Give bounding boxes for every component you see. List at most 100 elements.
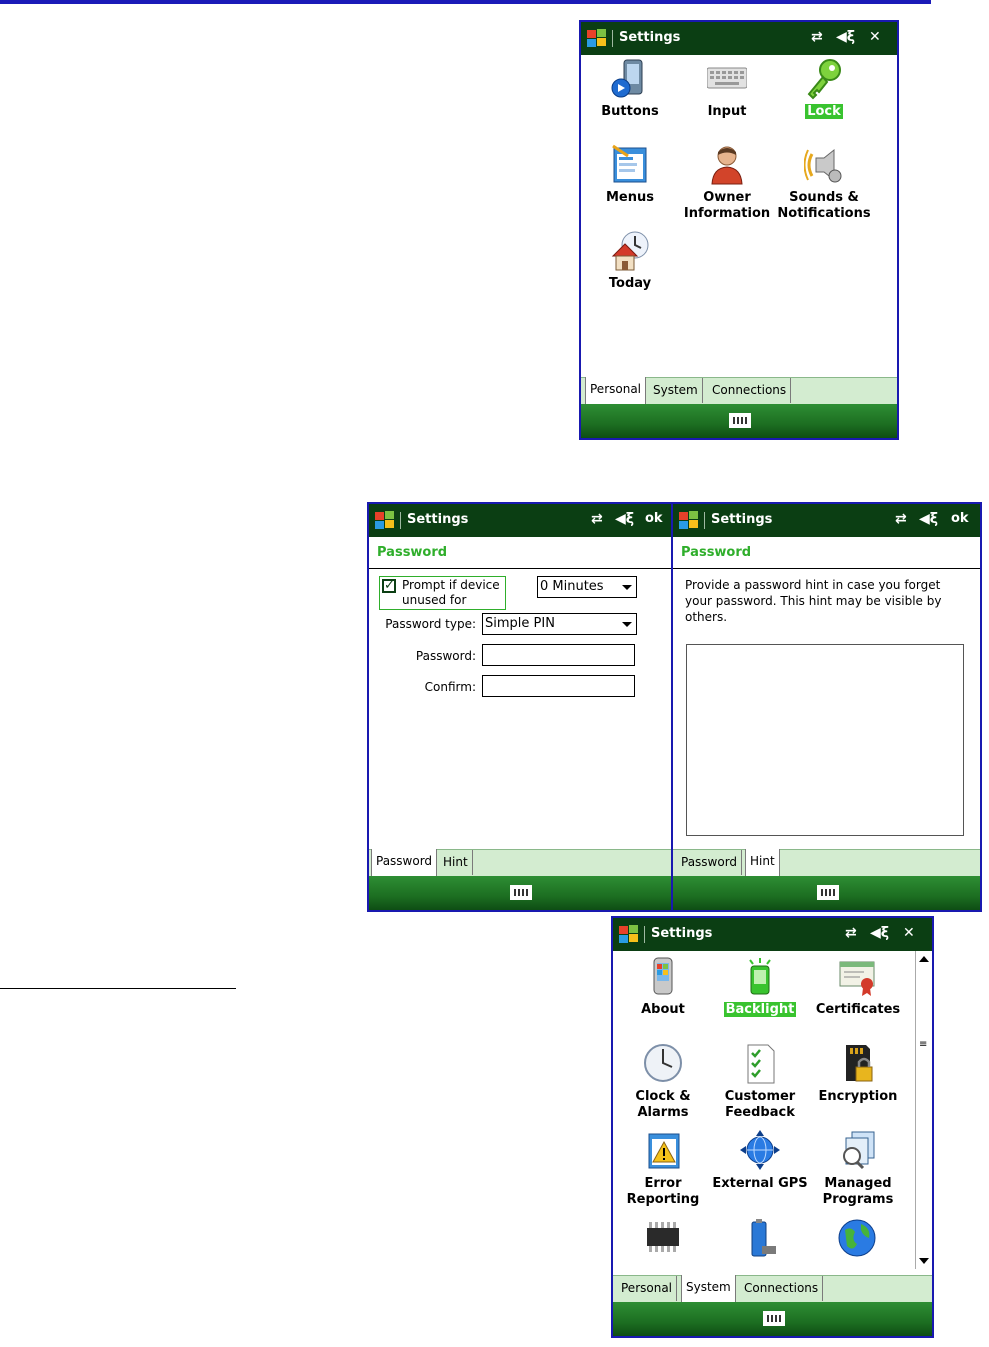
- tab-personal[interactable]: Personal: [585, 377, 647, 404]
- menus-icon: [610, 144, 650, 186]
- prompt-checkbox[interactable]: ✓: [382, 579, 396, 593]
- windows-start-icon[interactable]: [587, 29, 607, 48]
- windows-start-icon[interactable]: [679, 511, 699, 530]
- scroll-up-icon[interactable]: [919, 956, 929, 962]
- password-type-select[interactable]: Simple PIN: [482, 613, 637, 635]
- tab-personal[interactable]: Personal: [617, 1276, 678, 1301]
- regional-settings-icon[interactable]: [837, 1218, 877, 1264]
- backlight-icon: [740, 956, 780, 998]
- sounds-icon: [803, 144, 844, 186]
- keyboard-toggle-icon[interactable]: [816, 885, 839, 900]
- tab-hint[interactable]: Hint: [439, 850, 473, 875]
- tab-connections[interactable]: Connections: [740, 1276, 824, 1301]
- clock-icon: [643, 1043, 683, 1085]
- connectivity-icon[interactable]: ⇄: [591, 511, 603, 527]
- chevron-down-icon: [622, 585, 632, 590]
- customer-feedback-label: Customer Feedback: [724, 1089, 796, 1120]
- connectivity-icon[interactable]: ⇄: [811, 29, 823, 45]
- tab-system[interactable]: System: [649, 378, 703, 403]
- owner-icon: [707, 144, 747, 186]
- tab-hint[interactable]: Hint: [745, 849, 780, 876]
- keyboard-toggle-icon[interactable]: [729, 413, 751, 428]
- input-panel-bar: [369, 876, 671, 910]
- prompt-label: Prompt if device unused for: [402, 578, 500, 607]
- tab-strip: Password Hint: [673, 849, 980, 876]
- confirm-input[interactable]: [482, 675, 635, 697]
- feedback-icon: [740, 1043, 780, 1085]
- certificates-item[interactable]: Certificates: [809, 956, 907, 1018]
- ok-button[interactable]: ok: [645, 511, 663, 526]
- today-icon: [610, 230, 650, 272]
- memory-icon[interactable]: [643, 1218, 683, 1264]
- connectivity-icon[interactable]: ⇄: [895, 511, 907, 527]
- scroll-thumb[interactable]: ≡: [919, 1040, 929, 1050]
- input-panel-bar: [613, 1302, 932, 1336]
- windows-start-icon[interactable]: [619, 925, 639, 944]
- scroll-down-icon[interactable]: [919, 1258, 929, 1264]
- title-bar: Settings ⇄ ◀ξ ok: [369, 504, 671, 537]
- managed-programs-label: Managed Programs: [822, 1176, 894, 1207]
- input-item[interactable]: Input: [678, 58, 776, 120]
- volume-icon[interactable]: ◀ξ: [615, 511, 634, 527]
- section-header: Password: [681, 545, 752, 560]
- encryption-item[interactable]: Encryption: [809, 1043, 907, 1105]
- error-reporting-item[interactable]: Error Reporting: [614, 1130, 712, 1208]
- clock-alarms-item[interactable]: Clock & Alarms: [614, 1043, 712, 1121]
- minutes-select[interactable]: 0 Minutes: [537, 576, 637, 598]
- owner-information-label: Owner Information: [683, 190, 771, 221]
- about-item[interactable]: About: [614, 956, 712, 1018]
- windows-start-icon[interactable]: [375, 511, 395, 530]
- lock-item[interactable]: Lock: [775, 58, 873, 120]
- managed-icon: [838, 1130, 878, 1172]
- volume-icon[interactable]: ◀ξ: [836, 29, 855, 45]
- today-item[interactable]: Today: [581, 230, 679, 292]
- close-button[interactable]: ✕: [903, 925, 915, 941]
- keyboard-toggle-icon[interactable]: [510, 885, 532, 900]
- vertical-scrollbar[interactable]: ≡: [915, 951, 932, 1269]
- tab-connections[interactable]: Connections: [708, 378, 792, 403]
- title-bar: Settings ⇄ ◀ξ ✕: [581, 22, 897, 55]
- connectivity-icon[interactable]: ⇄: [845, 925, 857, 941]
- buttons-item[interactable]: Buttons: [581, 58, 679, 120]
- buttons-label: Buttons: [601, 104, 659, 119]
- password-label: Password:: [415, 649, 476, 663]
- tab-strip: Personal System Connections: [581, 377, 897, 404]
- menus-label: Menus: [605, 190, 654, 205]
- owner-information-item[interactable]: Owner Information: [678, 144, 776, 222]
- ok-button[interactable]: ok: [951, 511, 969, 526]
- external-gps-item[interactable]: External GPS: [711, 1130, 809, 1192]
- menus-item[interactable]: Menus: [581, 144, 679, 206]
- clock-alarms-label: Clock & Alarms: [635, 1089, 691, 1120]
- phone-icon: [643, 956, 683, 998]
- settings-personal-screen: Settings ⇄ ◀ξ ✕ Buttons Input Lock Menus…: [579, 20, 899, 440]
- page-divider-line: [0, 988, 236, 989]
- keyboard-toggle-icon[interactable]: [762, 1311, 785, 1326]
- chevron-down-icon: [622, 622, 632, 627]
- input-label: Input: [707, 104, 747, 119]
- tab-system[interactable]: System: [681, 1275, 736, 1302]
- tab-password[interactable]: Password: [371, 849, 438, 876]
- customer-feedback-item[interactable]: Customer Feedback: [711, 1043, 809, 1121]
- window-title: Settings: [651, 926, 713, 941]
- password-input[interactable]: [482, 644, 635, 666]
- certificate-icon: [838, 956, 878, 998]
- title-bar: Settings ⇄ ◀ξ ok: [673, 504, 980, 537]
- title-bar: Settings ⇄ ◀ξ ✕: [613, 918, 932, 951]
- settings-system-screen: Settings ⇄ ◀ξ ✕ ≡ About Backlight Certif…: [611, 916, 934, 1338]
- volume-icon[interactable]: ◀ξ: [919, 511, 938, 527]
- sounds-notifications-item[interactable]: Sounds & Notifications: [775, 144, 873, 222]
- tab-password[interactable]: Password: [677, 850, 743, 875]
- power-icon[interactable]: [740, 1218, 780, 1264]
- input-panel-bar: [673, 876, 980, 910]
- tab-strip: Personal System Connections: [613, 1275, 932, 1302]
- encryption-icon: [838, 1043, 878, 1085]
- backlight-item[interactable]: Backlight: [711, 956, 809, 1018]
- partial-icon-row: [613, 1218, 913, 1272]
- hint-textarea[interactable]: [686, 644, 964, 836]
- close-button[interactable]: ✕: [869, 29, 881, 45]
- volume-icon[interactable]: ◀ξ: [870, 925, 889, 941]
- window-title: Settings: [619, 30, 681, 45]
- about-label: About: [641, 1002, 685, 1017]
- keyboard-icon: [706, 58, 748, 100]
- managed-programs-item[interactable]: Managed Programs: [809, 1130, 907, 1208]
